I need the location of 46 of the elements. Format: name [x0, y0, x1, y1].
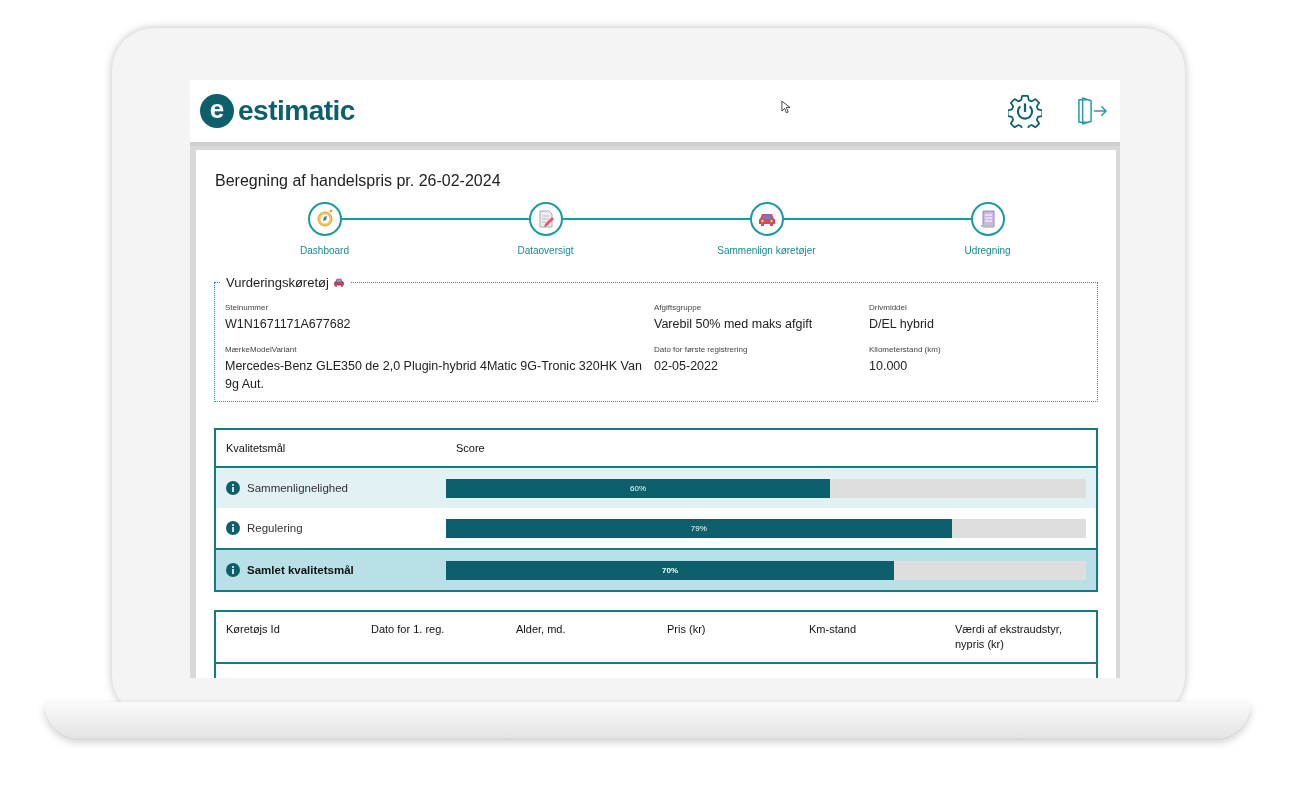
field-value: 10.000 — [869, 358, 909, 375]
info-icon[interactable] — [226, 521, 240, 535]
field-label: Stelnummer — [225, 303, 270, 312]
car-icon — [332, 278, 345, 287]
column-header: Score — [455, 442, 485, 454]
field-label: Afgiftsgruppe — [654, 303, 703, 312]
column-header: Kvalitetsmål — [225, 442, 287, 454]
field-value: D/EL hybrid — [869, 316, 935, 333]
column-header: Værdi af ekstraudstyr, nypris (kr) — [955, 622, 1063, 652]
step-label[interactable]: Sammenlign køretøjer — [717, 245, 816, 256]
settings-icon[interactable] — [1008, 94, 1042, 128]
score-value: 70% — [662, 565, 678, 575]
field-value: 02-05-2022 — [654, 358, 719, 375]
column-header: Km-stand — [809, 622, 858, 637]
field-label: Dato for første registrering — [654, 345, 749, 354]
logo-mark: e — [200, 94, 234, 128]
measure-name: Regulering — [247, 522, 303, 534]
column-header: Køretøjs Id — [226, 622, 281, 637]
column-header: Pris (kr) — [666, 622, 707, 637]
column-header: Alder, md. — [516, 622, 567, 637]
brand-name: estimatic — [238, 95, 355, 127]
cursor-icon — [781, 100, 790, 114]
measure-name: Sammenlignelighed — [247, 482, 348, 494]
column-header: Dato for 1. reg. — [371, 622, 446, 637]
compass-icon — [314, 209, 335, 229]
field-value: Varebil 50% med maks afgift — [654, 316, 814, 333]
field-label: Kilometerstand (km) — [869, 345, 942, 354]
panel-legend: Vurderingskøretøj — [226, 275, 329, 290]
field-value: Mercedes-Benz GLE350 de 2,0 Plugin-hybrid 4Matic 9G-Tronic 320HK Van 9g Aut. — [225, 358, 643, 393]
field-label: Drivmiddel — [869, 303, 908, 312]
step-circle[interactable] — [970, 202, 1005, 236]
logout-icon[interactable] — [1076, 97, 1108, 125]
info-icon[interactable] — [226, 481, 240, 495]
field-label: MærkeModelVariant — [225, 345, 298, 354]
score-value: 60% — [630, 483, 646, 493]
field-value: W1N1671171A677682 — [225, 316, 352, 333]
info-icon[interactable] — [226, 563, 240, 577]
step-label[interactable]: Dashboard — [300, 245, 349, 256]
step-circle[interactable] — [749, 202, 784, 236]
score-value: 79% — [690, 523, 707, 533]
step-label[interactable]: Dataoversigt — [517, 245, 574, 256]
step-label[interactable]: Udregning — [964, 245, 1011, 256]
step-circle[interactable] — [307, 202, 342, 236]
page-title: Beregning af handelspris pr. 26-02-2024 — [215, 172, 502, 190]
step-circle[interactable] — [528, 202, 563, 236]
measure-name: Samlet kvalitetsmål — [247, 564, 354, 576]
